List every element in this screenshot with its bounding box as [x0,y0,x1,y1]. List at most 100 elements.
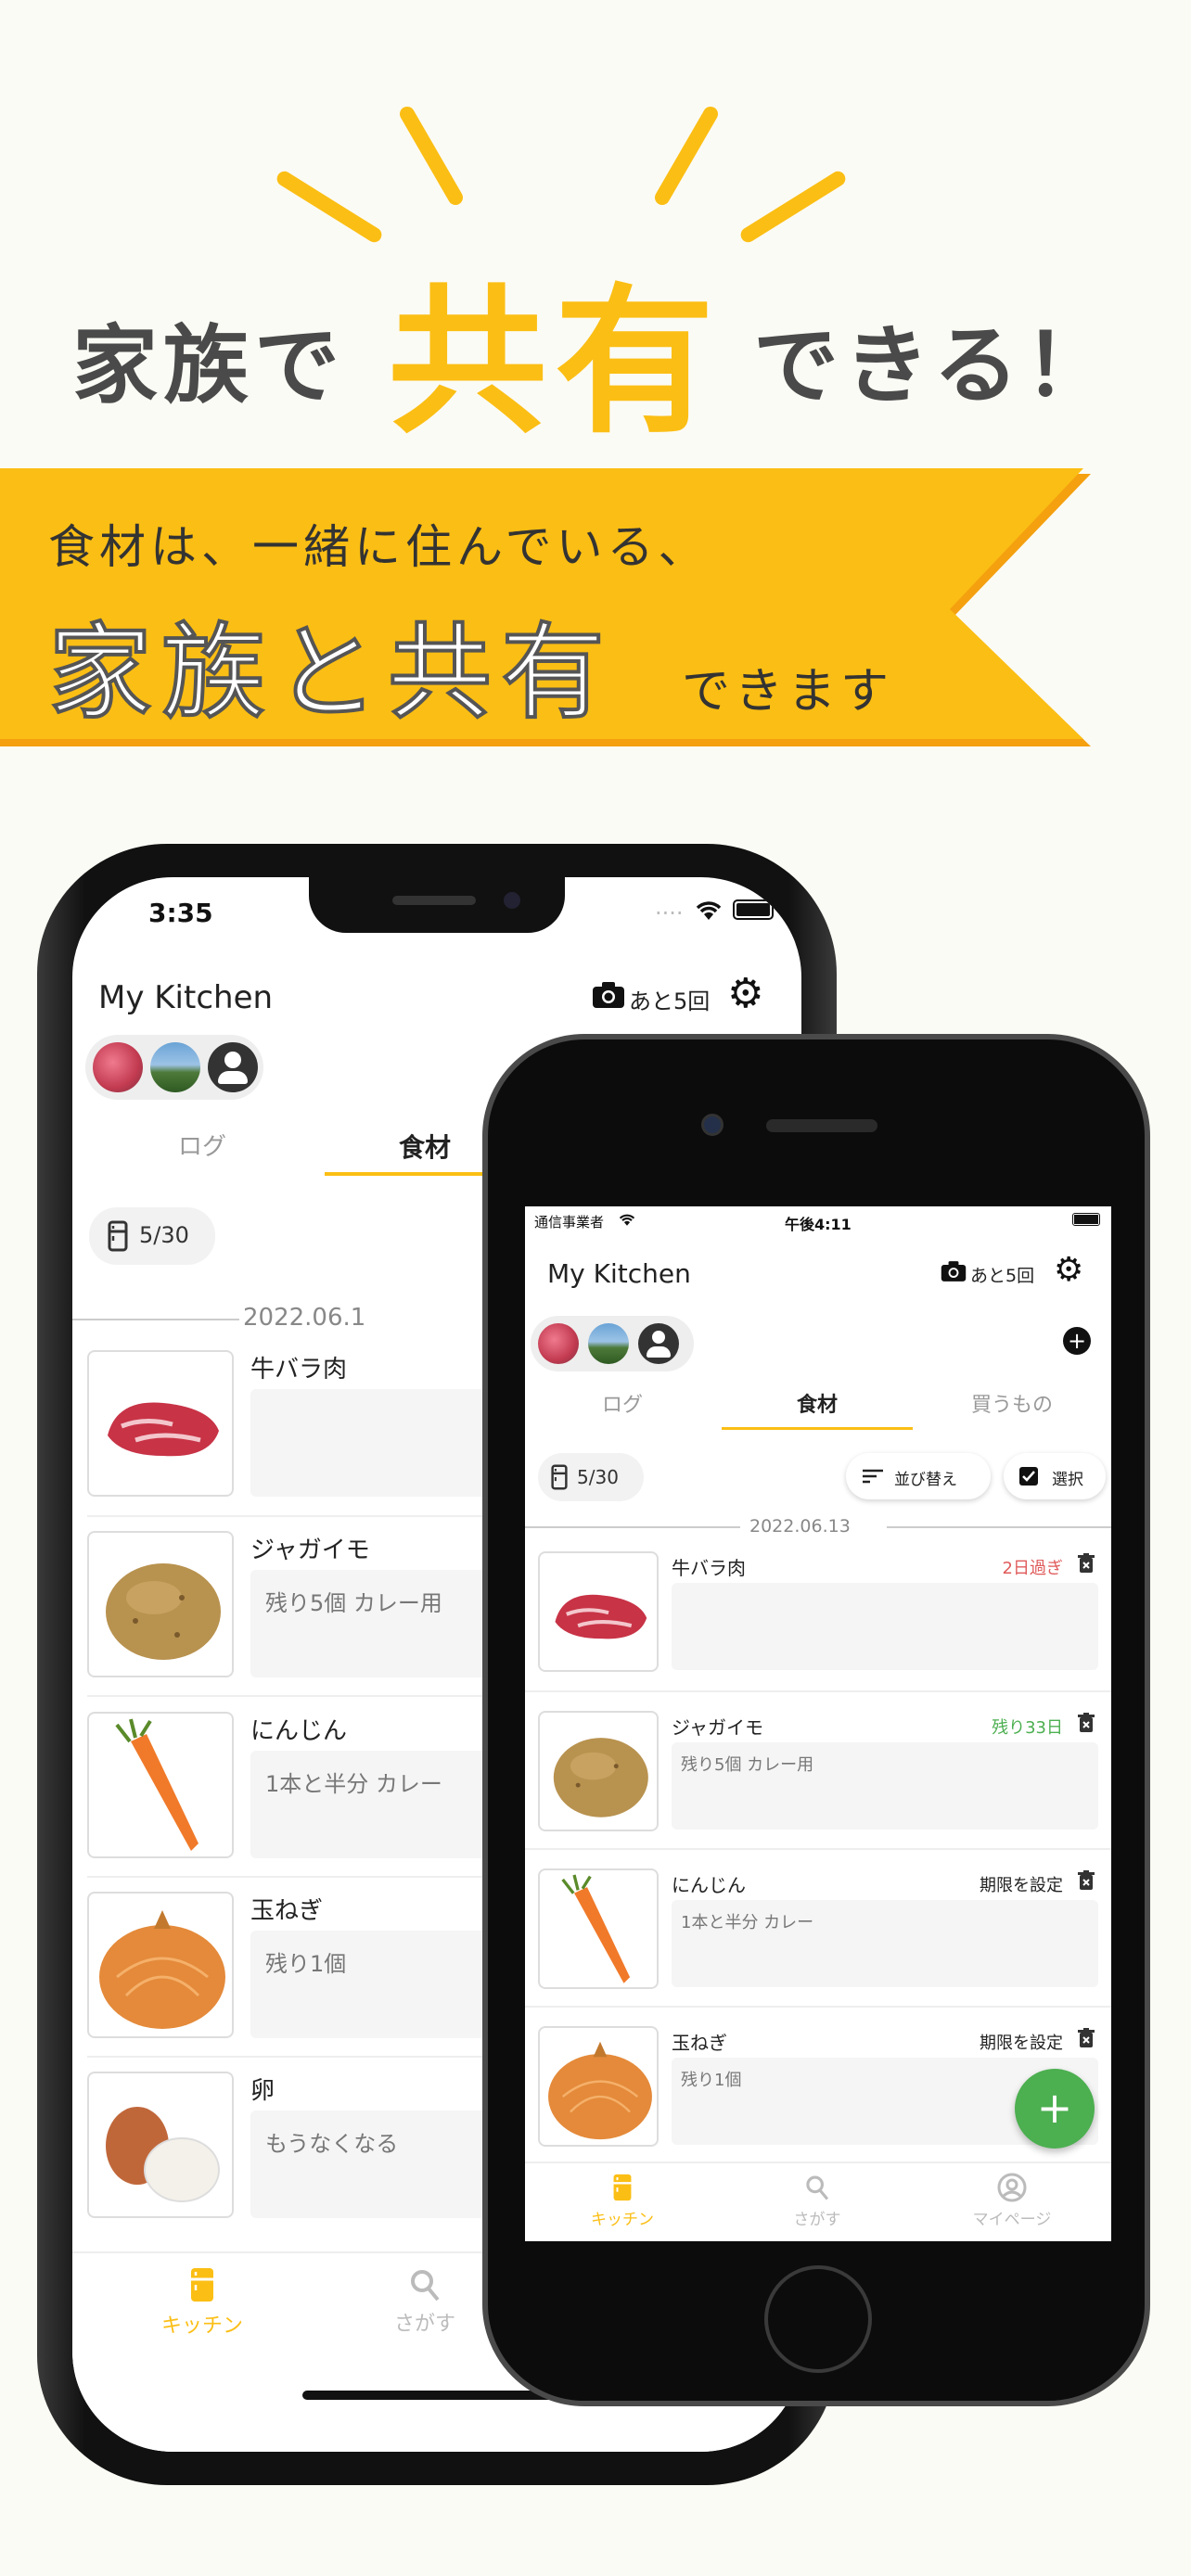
expiry-status[interactable]: 残り33日 [915,1715,1063,1739]
item-thumbnail[interactable] [538,2026,659,2147]
fridge-count-chip[interactable]: 5/30 [538,1453,644,1501]
item-memo[interactable]: 残り5個 カレー用 [672,1742,1098,1830]
accent-ray [652,104,721,208]
battery-icon [1072,1213,1100,1226]
item-thumbnail[interactable] [87,2072,234,2218]
phone-small-screen: 通信事業者 午後4:11 My Kitchen あと5回 ⚙ + ログ 食材 買… [525,1206,1111,2241]
item-separator [525,1848,1111,1850]
potato-icon [553,1738,648,1817]
search-icon [411,2270,440,2302]
speaker [392,896,476,905]
gear-icon[interactable]: ⚙ [1054,1251,1083,1289]
avatar-default [208,1042,258,1092]
item-name: ジャガイモ [672,1716,763,1739]
date-divider [525,1526,740,1528]
item-memo[interactable]: 1本と半分 カレー [672,1900,1098,1987]
item-thumbnail[interactable] [538,1868,659,1989]
phone-small: 通信事業者 午後4:11 My Kitchen あと5回 ⚙ + ログ 食材 買… [482,1034,1150,2406]
phone-notch [309,877,565,933]
ribbon-small: できます [682,664,894,720]
avatar [93,1042,143,1092]
headline-post: できる！ [753,316,1116,415]
camera-icon[interactable] [592,981,625,1009]
tab-shopping[interactable]: 買うもの [915,1388,1109,1418]
app-title: My Kitchen [547,1258,691,1289]
headline-big: 共有 [388,269,722,455]
potato-icon [106,1563,221,1660]
trash-icon[interactable] [1078,2028,1095,2048]
nav-search[interactable]: さがす [720,2173,915,2229]
camera-icon[interactable] [941,1260,967,1282]
app-title: My Kitchen [98,979,274,1016]
avatar-default [638,1323,679,1364]
egg-icon [106,2107,220,2202]
ribbon-big: 家族と共有 [46,611,614,735]
avatar [150,1042,200,1092]
family-avatars[interactable] [531,1316,694,1371]
avatar [588,1323,629,1364]
onion-icon [548,2041,652,2140]
nav-kitchen[interactable]: キッチン [525,2173,720,2229]
gear-icon[interactable]: ⚙ [727,970,763,1017]
trash-icon[interactable] [1078,1713,1095,1733]
nav-search[interactable]: さがす [351,2266,499,2337]
item-name: 牛バラ肉 [672,1557,746,1579]
item-separator [525,2006,1111,2008]
date-divider [72,1319,239,1320]
carrot-icon [561,1874,631,1983]
fridge-icon [551,1464,568,1490]
item-name: にんじん [250,1717,348,1745]
nav-mypage-label: マイページ [972,2211,1052,2229]
fridge-count-chip[interactable]: 5/30 [89,1207,215,1265]
item-thumbnail[interactable] [87,1350,234,1497]
select-label: 選択 [1052,1471,1083,1489]
tab-ingredients[interactable]: 食材 [720,1388,915,1418]
item-separator [525,1690,1111,1692]
tab-ingredients[interactable]: 食材 [351,1128,499,1165]
add-item-button[interactable]: + [1015,2069,1095,2149]
expiry-status[interactable]: 期限を設定 [915,1872,1063,1896]
trash-icon[interactable] [1078,1870,1095,1891]
status-time: 午後4:11 [785,1216,852,1233]
sort-button[interactable]: 並び替え [846,1453,991,1499]
ribbon-banner: 食材は、一緒に住んでいる、 家族と共有 できます [0,468,1095,751]
item-thumbnail[interactable] [87,1531,234,1677]
bottom-nav: キッチン さがす マイページ [525,2162,1111,2241]
expiry-status[interactable]: 2日過ぎ [915,1555,1063,1579]
item-name: にんじん [672,1874,746,1896]
home-indicator[interactable] [302,2391,571,2400]
beef-icon [108,1402,219,1457]
camera-remaining: あと5回 [970,1266,1035,1286]
date-divider [887,1526,1111,1528]
trash-icon[interactable] [1078,1553,1095,1574]
item-thumbnail[interactable] [538,1551,659,1672]
date-label: 2022.06.1 [243,1304,366,1332]
sort-icon [863,1469,883,1484]
headline: 家族で 共有 できる！ [0,232,1191,455]
sort-label: 並び替え [894,1471,957,1489]
wifi-icon [696,901,722,920]
tab-log[interactable]: ログ [128,1128,276,1162]
nav-kitchen[interactable]: キッチン [128,2266,276,2339]
item-thumbnail[interactable] [538,1711,659,1831]
tab-log[interactable]: ログ [525,1388,720,1418]
expiry-status[interactable]: 期限を設定 [915,2030,1063,2054]
item-name: 玉ねぎ [672,2032,727,2054]
select-button[interactable]: 選択 [1004,1453,1106,1499]
nav-search-label: さがす [393,2313,455,2336]
accent-ray [397,104,466,208]
item-thumbnail[interactable] [87,1712,234,1858]
add-member-button[interactable]: + [1063,1327,1091,1355]
checkbox-icon [1019,1467,1038,1486]
status-signal: .... [655,894,684,920]
family-avatars[interactable] [85,1035,263,1100]
user-icon [997,2173,1027,2202]
nav-search-label: さがす [793,2211,841,2229]
wifi-icon [619,1214,635,1226]
nav-mypage[interactable]: マイページ [915,2173,1109,2229]
item-memo[interactable] [672,1583,1098,1670]
onion-icon [99,1910,225,2029]
home-button[interactable] [764,2265,872,2373]
item-thumbnail[interactable] [87,1892,234,2038]
battery-icon [733,899,774,920]
